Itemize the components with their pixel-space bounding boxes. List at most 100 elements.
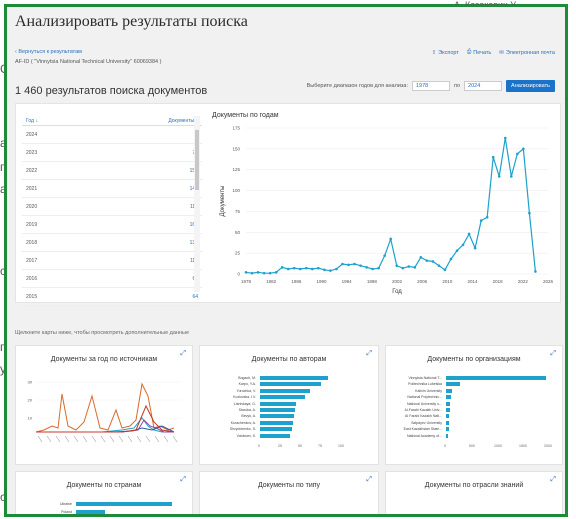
year-to-select[interactable]: 2024 — [464, 81, 503, 91]
data-point — [509, 175, 513, 178]
data-point — [274, 271, 278, 274]
card-organizations[interactable]: Документы по организациям ⤢ Vinnytsia Na… — [385, 345, 563, 465]
data-point — [389, 237, 393, 241]
email-button[interactable]: ✉ Электронная почта — [499, 49, 555, 56]
data-point — [401, 266, 405, 270]
bar-label: Kozlovska, I.V. — [233, 395, 256, 400]
print-button[interactable]: ⎙ Печать — [467, 49, 491, 56]
bar[interactable] — [446, 401, 450, 406]
card-types[interactable]: Документы по типу ⤢ — [199, 471, 379, 514]
y-tick-label: 75 — [235, 209, 241, 214]
expand-icon[interactable]: ⤢ — [550, 476, 556, 484]
year-range-label: Выберите диапазон годов для анализа: — [306, 83, 408, 89]
data-point — [335, 267, 338, 271]
series-line — [36, 404, 175, 433]
y-tick-label: 150 — [232, 146, 240, 151]
x-tick-label: 2006 — [417, 279, 428, 284]
bar[interactable] — [446, 388, 452, 393]
bar-label: Bogach, M. — [238, 376, 256, 380]
year-column-header[interactable]: Год ↓ — [26, 118, 38, 124]
bar[interactable] — [446, 433, 448, 438]
year-range-selector: Выберите диапазон годов для анализа: 197… — [307, 80, 555, 92]
card-title: Документы за год по источникам — [50, 356, 158, 363]
x-tick-label: 1986 — [291, 279, 302, 284]
x-tick-label: 1000 — [494, 444, 502, 448]
analyze-button[interactable]: Анализировать — [506, 80, 555, 92]
bar[interactable] — [446, 414, 449, 419]
expand-icon[interactable]: ⤢ — [550, 350, 556, 358]
bar[interactable] — [260, 382, 321, 387]
bar-label: Ukraine — [59, 502, 72, 506]
card-subjects[interactable]: Документы по отрасли знаний ⤢ — [385, 471, 563, 514]
bar[interactable] — [260, 427, 292, 432]
data-point — [461, 243, 465, 247]
y-tick-label: 100 — [232, 188, 240, 193]
y-tick-label: 175 — [232, 126, 240, 131]
bar-label: Lisniskaya, G. — [234, 401, 256, 406]
email-label: Электронная почта — [505, 49, 555, 56]
y-axis-label: Документы — [220, 186, 226, 217]
expand-icon[interactable]: ⤢ — [180, 350, 186, 358]
data-point — [522, 147, 525, 151]
row-year: 2017 — [26, 257, 38, 264]
card-title: Документы по странам — [66, 482, 142, 489]
print-label: Печать — [473, 49, 492, 56]
print-icon: ⎙ — [466, 49, 472, 55]
row-doc-count[interactable]: 64 — [192, 294, 198, 300]
bar[interactable] — [446, 376, 546, 380]
bar[interactable] — [76, 502, 172, 506]
y-tick-label: 30 — [28, 380, 33, 385]
card-authors[interactable]: Документы по авторам ⤢ Bogach, M. Karpo, … — [199, 345, 379, 465]
bar[interactable] — [446, 382, 460, 387]
data-point — [323, 268, 326, 272]
bar[interactable] — [260, 401, 296, 406]
data-point — [250, 271, 254, 275]
bar[interactable] — [260, 433, 291, 438]
bar[interactable] — [260, 388, 311, 393]
scrollbar-thumb[interactable] — [195, 130, 199, 190]
year-from-select[interactable]: 1978 — [412, 81, 450, 91]
data-point — [377, 266, 380, 270]
data-point — [341, 262, 344, 266]
bar[interactable] — [260, 376, 328, 380]
table-scrollbar[interactable] — [194, 116, 200, 292]
bar[interactable] — [446, 427, 449, 432]
card-sources[interactable]: Документы за год по источникам ⤢ 30 20 10 — [15, 345, 193, 465]
x-tick-label: 1998 — [367, 279, 378, 284]
data-point — [347, 263, 350, 267]
bar[interactable] — [446, 395, 451, 400]
x-tick-label: 1978 — [241, 279, 252, 284]
row-year: 2019 — [26, 221, 38, 228]
export-icon: ⇪ — [431, 49, 437, 56]
bar[interactable] — [260, 395, 305, 400]
data-point — [317, 266, 320, 270]
data-point — [473, 246, 477, 250]
data-point — [286, 267, 290, 271]
data-point — [256, 271, 260, 274]
bar-label: Karpo, Y.A. — [238, 382, 256, 387]
bar[interactable] — [260, 408, 296, 412]
bar-label: Vinnytsia National T... — [408, 376, 442, 380]
bar[interactable] — [446, 420, 449, 425]
bar[interactable] — [260, 420, 293, 425]
data-point — [491, 155, 495, 159]
row-year: 2020 — [26, 203, 38, 210]
back-to-results-link[interactable]: ‹ Вернуться к результатам — [15, 49, 82, 55]
bar-label: Al-Farabi Kazakh Univ... — [404, 408, 442, 412]
table-row: 201668 — [22, 270, 202, 288]
x-tick-mark — [100, 435, 106, 443]
row-year: 2015 — [26, 293, 38, 300]
card-countries[interactable]: Документы по странам ⤢ Ukraine Poland — [15, 471, 193, 514]
data-point — [497, 175, 501, 178]
data-point — [485, 215, 489, 219]
export-button[interactable]: ⇪ Экспорт — [432, 49, 459, 56]
table-row: 2018131 — [22, 234, 202, 252]
table-body: 2024320237320221502021144202011720191632… — [22, 126, 202, 306]
bar[interactable] — [446, 408, 450, 412]
data-point — [503, 136, 507, 140]
expand-icon[interactable]: ⤢ — [180, 476, 186, 484]
expand-icon[interactable]: ⤢ — [366, 476, 372, 484]
bar[interactable] — [260, 414, 294, 419]
bar[interactable] — [76, 510, 105, 514]
expand-icon[interactable]: ⤢ — [366, 350, 372, 358]
